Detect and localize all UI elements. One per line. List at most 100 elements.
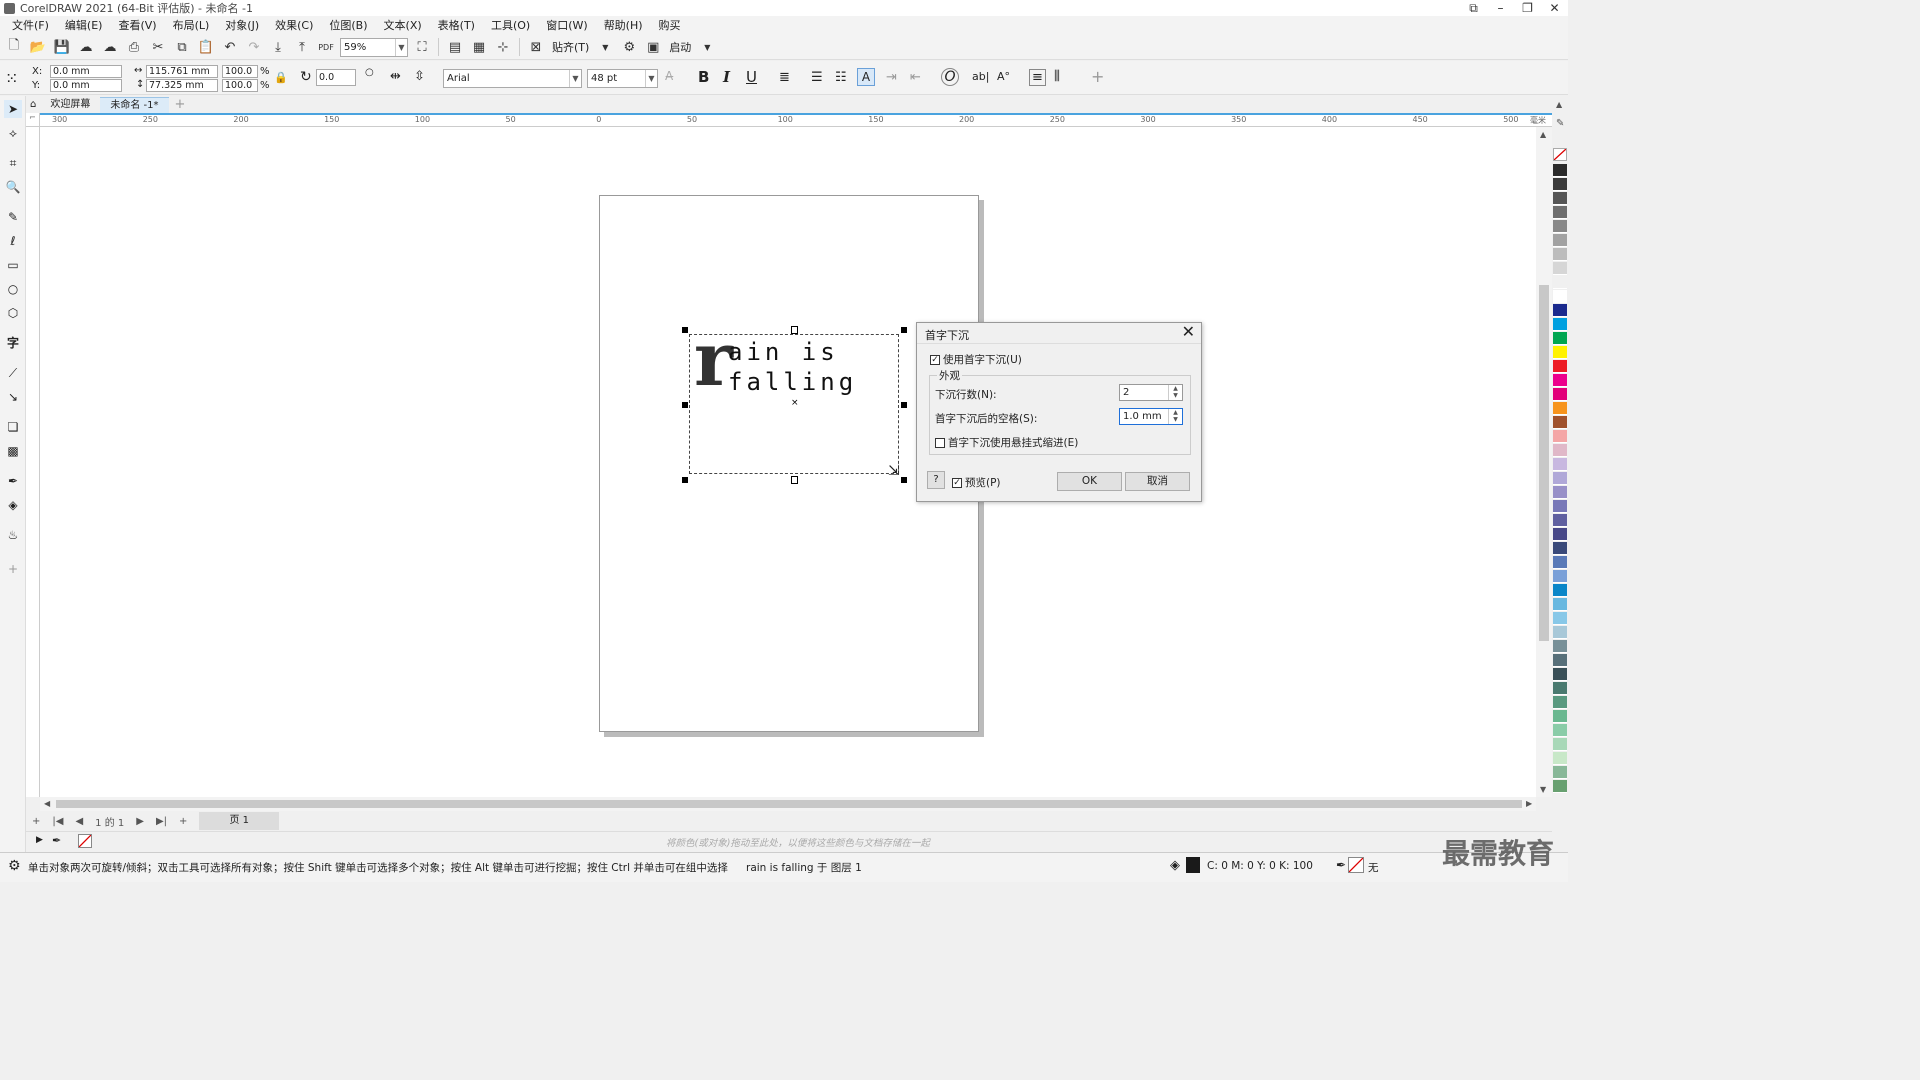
color-swatch[interactable] [1553, 780, 1567, 793]
color-swatch[interactable] [1553, 178, 1567, 191]
menu-effects[interactable]: 效果(C) [267, 16, 321, 35]
color-swatch[interactable] [1553, 584, 1567, 597]
scale-width-field[interactable]: 100.0 [222, 65, 258, 78]
increase-indent-icon[interactable]: ⇥ [886, 70, 897, 85]
palette-eyedropper-icon[interactable]: ✎ [1556, 118, 1564, 129]
import-icon[interactable]: ⤓ [268, 37, 288, 57]
maximize-button[interactable]: ❐ [1514, 0, 1541, 16]
decrease-indent-icon[interactable]: ⇤ [910, 70, 921, 85]
font-size-scale-icon[interactable]: A̶ [665, 69, 673, 83]
color-swatch[interactable] [1553, 206, 1567, 219]
color-swatch[interactable] [1553, 626, 1567, 639]
color-swatch[interactable] [1553, 514, 1567, 527]
pdf-icon[interactable]: PDF [316, 37, 336, 57]
object-origin-icon[interactable]: ⁙ [5, 69, 18, 88]
launch-button[interactable]: 启动 [667, 39, 693, 55]
cancel-button[interactable]: 取消 [1125, 472, 1190, 491]
color-swatch[interactable] [1553, 542, 1567, 555]
save-icon[interactable]: 💾 [52, 37, 72, 57]
eyedropper-icon[interactable]: ✒ [52, 834, 61, 847]
previous-page-icon[interactable]: ◀ [69, 816, 89, 827]
first-page-icon[interactable]: |◀ [46, 816, 69, 827]
document-palette-bar[interactable]: ▶ ✒ 将颜色(或对象)拖动至此处，以便将这些颜色与文档存储在一起 [26, 831, 1552, 851]
color-swatch[interactable] [1553, 640, 1567, 653]
color-swatch[interactable] [1553, 290, 1567, 303]
tab-document[interactable]: 未命名 -1* [100, 97, 169, 113]
page-tab-1[interactable]: 页 1 [199, 812, 279, 830]
selection-handle-mr[interactable] [901, 402, 907, 408]
horizontal-ruler[interactable]: 300 250 200 150 100 50 0 50 100 150 200 250 300 350 40… [40, 113, 1552, 127]
cloud-download-icon[interactable]: ☁ [76, 37, 96, 57]
color-swatch[interactable] [1553, 682, 1567, 695]
menu-window[interactable]: 窗口(W) [538, 16, 595, 35]
color-swatch[interactable] [1553, 262, 1567, 275]
selection-handle-ml[interactable] [682, 402, 688, 408]
text-alignment-icon[interactable]: ≣ [779, 70, 790, 85]
color-swatch[interactable] [1553, 346, 1567, 359]
connector-tool-icon[interactable]: ↘ [4, 388, 22, 406]
text-properties-icon[interactable]: ab| [972, 70, 989, 83]
chevron-down-icon[interactable]: ▼ [697, 37, 717, 57]
color-swatch[interactable] [1553, 696, 1567, 709]
last-page-icon[interactable]: ▶| [150, 816, 173, 827]
ok-button[interactable]: OK [1057, 472, 1122, 491]
color-swatch[interactable] [1553, 402, 1567, 415]
color-swatch[interactable] [1553, 430, 1567, 443]
color-swatch[interactable] [1553, 234, 1567, 247]
numbered-list-icon[interactable]: ☷ [835, 70, 847, 85]
pick-tool-icon[interactable]: ➤ [4, 100, 22, 118]
rectangle-tool-icon[interactable]: ▭ [4, 256, 22, 274]
undo-icon[interactable]: ↶ [220, 37, 240, 57]
color-swatch[interactable] [1553, 752, 1567, 765]
scroll-down-icon[interactable]: ▼ [1540, 785, 1546, 794]
horizontal-text-icon[interactable]: ≡ [1029, 69, 1046, 86]
polygon-tool-icon[interactable]: ⬡ [4, 304, 22, 322]
menu-text[interactable]: 文本(X) [376, 16, 430, 35]
color-swatch[interactable] [1553, 528, 1567, 541]
menu-layout[interactable]: 布局(L) [165, 16, 218, 35]
color-swatch[interactable] [1553, 164, 1567, 177]
color-swatch[interactable] [1553, 444, 1567, 457]
parallel-dimension-tool-icon[interactable]: ⟋ [4, 364, 22, 382]
color-swatch[interactable] [1553, 612, 1567, 625]
stepper-arrows-icon[interactable]: ▲ ▼ [1168, 409, 1182, 424]
restore-layout-icon[interactable]: ⧉ [1460, 0, 1487, 16]
y-position-field[interactable]: 0.0 mm [50, 79, 122, 92]
menu-buy[interactable]: 购买 [651, 16, 689, 35]
menu-tools[interactable]: 工具(O) [483, 16, 538, 35]
chevron-down-icon[interactable]: ▼ [595, 37, 615, 57]
color-swatch[interactable] [1553, 570, 1567, 583]
zoom-level-select[interactable]: 59% ▼ [340, 37, 408, 57]
bullet-list-icon[interactable]: ☰ [811, 70, 823, 85]
snap-to-button[interactable]: 贴齐(T) [550, 39, 591, 55]
palette-scroll-up-icon[interactable]: ▲ [1556, 100, 1562, 109]
drop-shadow-tool-icon[interactable]: ❏ [4, 418, 22, 436]
horizontal-scroll-thumb[interactable] [56, 800, 1522, 808]
transparency-tool-icon[interactable]: ▩ [4, 442, 22, 460]
help-button[interactable]: ? [927, 471, 945, 489]
x-position-field[interactable]: 0.0 mm [50, 65, 122, 78]
vertical-text-icon[interactable]: ⫼ [1054, 69, 1060, 84]
tab-welcome-screen[interactable]: 欢迎屏幕 [40, 97, 100, 113]
cut-icon[interactable]: ✂ [148, 37, 168, 57]
use-dropcap-row[interactable]: ✓ 使用首字下沉(U) [930, 352, 1022, 367]
freehand-tool-icon[interactable]: ✎ [4, 208, 22, 226]
font-size-select[interactable]: 48 pt ▼ [587, 69, 658, 88]
opentype-icon[interactable]: O [941, 68, 959, 86]
width-field[interactable]: 115.761 mm [146, 65, 218, 78]
paste-icon[interactable]: 📋 [196, 37, 216, 57]
artistic-media-tool-icon[interactable]: ℓ [4, 232, 22, 250]
underline-icon[interactable]: U [746, 68, 757, 86]
color-swatch[interactable] [1553, 472, 1567, 485]
drop-lines-stepper[interactable]: 2 ▲ ▼ [1119, 384, 1183, 401]
cloud-upload-icon[interactable]: ☁ [100, 37, 120, 57]
preview-checkbox[interactable]: ✓ [952, 477, 962, 488]
height-field[interactable]: 77.325 mm [146, 79, 218, 92]
zoom-tool-icon[interactable]: 🔍 [4, 178, 22, 196]
color-swatch[interactable] [1553, 318, 1567, 331]
add-page-before-icon[interactable]: + [26, 816, 46, 827]
mirror-vertical-icon[interactable]: ⇳ [414, 69, 425, 84]
italic-icon[interactable]: I [723, 68, 730, 86]
vertical-scrollbar[interactable]: ▲ ▼ [1536, 127, 1552, 797]
close-window-button[interactable]: ✕ [1541, 0, 1568, 16]
